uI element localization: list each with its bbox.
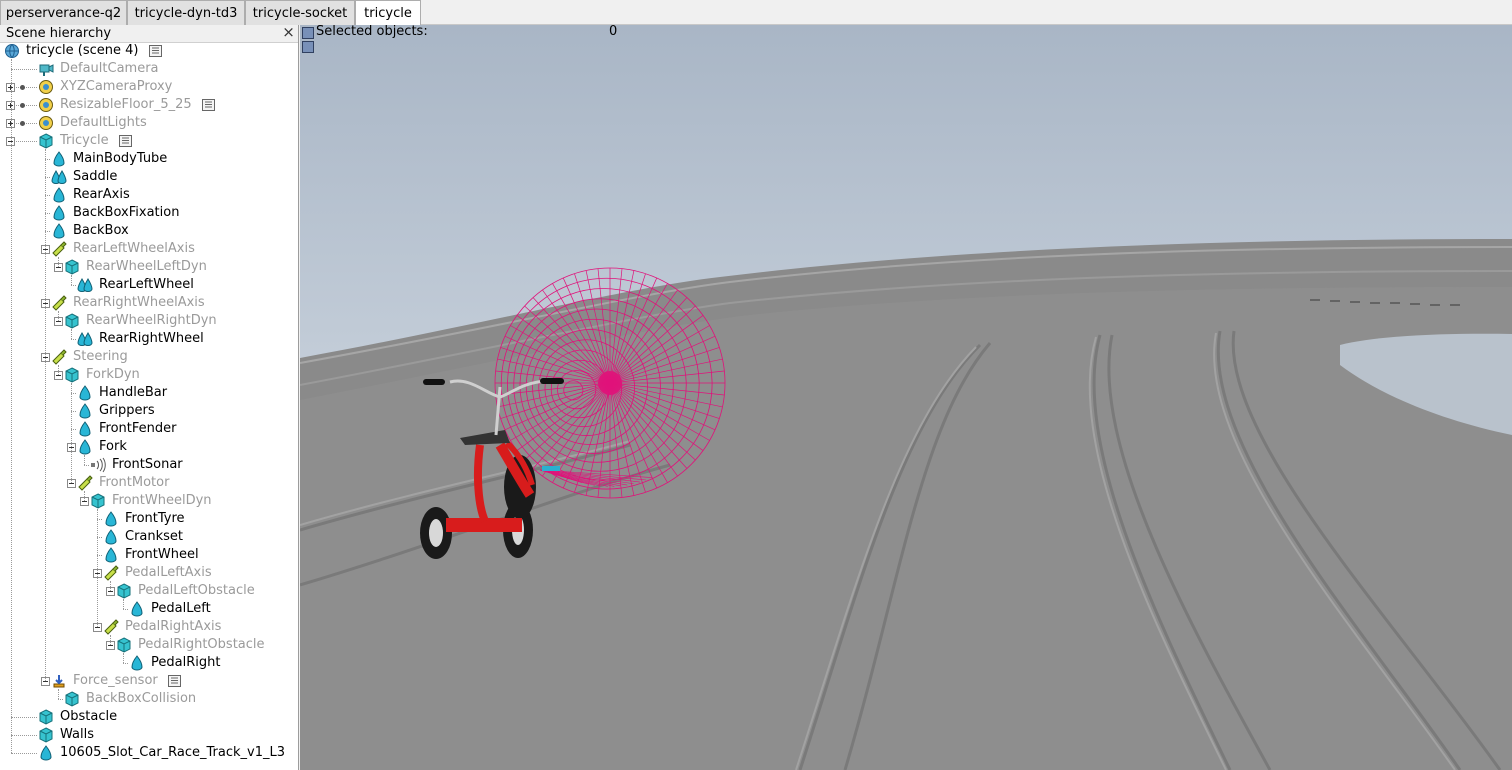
tree-item-label: Obstacle — [60, 709, 118, 724]
tree-item-label: RearLeftWheelAxis — [73, 241, 195, 256]
tree-item-defaultlights[interactable]: DefaultLights — [0, 114, 298, 132]
scene-hierarchy-title-bar: Scene hierarchy × — [0, 25, 298, 43]
tab-perserverance-q2[interactable]: perserverance-q2 — [0, 0, 127, 25]
tree-item-label: PedalRightAxis — [125, 619, 222, 634]
scene-render — [300, 25, 1512, 770]
tree-item-backboxcollision[interactable]: BackBoxCollision — [0, 690, 298, 708]
tree-item-label: PedalLeft — [151, 601, 211, 616]
tree-item-label: DefaultCamera — [60, 61, 159, 76]
tree-item-label: PedalLeftObstacle — [138, 583, 255, 598]
tree-item-resizablefloor-5-25[interactable]: ResizableFloor_5_25 — [0, 96, 298, 114]
tree-item-label: Tricycle — [60, 133, 109, 148]
tree-item-label: Steering — [73, 349, 128, 364]
tree-item-label: FrontWheelDyn — [112, 493, 212, 508]
tree-item-xyzcameraproxy[interactable]: XYZCameraProxy — [0, 78, 298, 96]
tree-item-label: Force_sensor — [73, 673, 158, 688]
tree-item-tricycle-scene-4[interactable]: tricycle (scene 4) — [0, 42, 298, 60]
tree-item-label: RearLeftWheel — [99, 277, 194, 292]
tree-item-label: RearWheelRightDyn — [86, 313, 217, 328]
tree-item-label: 10605_Slot_Car_Race_Track_v1_L3 — [60, 745, 286, 760]
view-toggle-button-1[interactable] — [302, 27, 314, 39]
visibility-dot-icon[interactable] — [20, 85, 25, 90]
tree-item-label: Walls — [60, 727, 94, 742]
selection-info-bar: Selected objects: 0 — [300, 25, 1512, 39]
tree-item-label: FrontFender — [99, 421, 177, 436]
tree-item-label: DefaultLights — [60, 115, 147, 130]
tree-item-label: Fork — [99, 439, 127, 454]
tree-item-label: BackBoxCollision — [86, 691, 197, 706]
tree-item-label: HandleBar — [99, 385, 168, 400]
tab-tricycle[interactable]: tricycle — [355, 0, 421, 26]
tree-item-label: XYZCameraProxy — [60, 79, 173, 94]
document-tab-bar: perserverance-q2 tricycle-dyn-td3 tricyc… — [0, 0, 1512, 26]
tree-item-label: Grippers — [99, 403, 155, 418]
selected-objects-label: Selected objects: — [316, 25, 428, 39]
tree-item-label: FrontWheel — [125, 547, 199, 562]
tree-item-label: ForkDyn — [86, 367, 140, 382]
tree-item-label: MainBodyTube — [73, 151, 168, 166]
tree-item-10605-slot-car-race-track-v1-l3[interactable]: 10605_Slot_Car_Race_Track_v1_L3 — [0, 744, 298, 762]
tree-item-label: RearAxis — [73, 187, 130, 202]
visibility-dot-icon[interactable] — [20, 103, 25, 108]
close-icon[interactable]: × — [282, 25, 295, 40]
tree-item-label: FrontTyre — [125, 511, 185, 526]
tree-item-label: RearWheelLeftDyn — [86, 259, 207, 274]
tree-item-label: RearRightWheelAxis — [73, 295, 205, 310]
tree-item-label: FrontMotor — [99, 475, 170, 490]
tree-item-label: PedalLeftAxis — [125, 565, 212, 580]
tree-item-label: Saddle — [73, 169, 118, 184]
tree-item-obstacle[interactable]: Obstacle — [0, 708, 298, 726]
scene-viewport[interactable]: Selected objects: 0 — [300, 25, 1512, 770]
tree-item-label: ResizableFloor_5_25 — [60, 97, 192, 112]
tree-item-label: Crankset — [125, 529, 184, 544]
tree-item-label: BackBoxFixation — [73, 205, 180, 220]
tree-item-label: FrontSonar — [112, 457, 183, 472]
tree-item-label: tricycle (scene 4) — [26, 43, 139, 58]
tree-item-label: BackBox — [73, 223, 129, 238]
tree-item-tricycle[interactable]: Tricycle — [0, 132, 298, 150]
tree-item-defaultcamera[interactable]: DefaultCamera — [0, 60, 298, 78]
tree-item-walls[interactable]: Walls — [0, 726, 298, 744]
tree-item-label: PedalRightObstacle — [138, 637, 265, 652]
selected-objects-count: 0 — [609, 25, 618, 39]
tree-item-label: RearRightWheel — [99, 331, 204, 346]
visibility-dot-icon[interactable] — [20, 121, 25, 126]
scene-hierarchy-panel: Scene hierarchy × tricycle (scene 4) Defa… — [0, 25, 299, 770]
tab-tricycle-socket[interactable]: tricycle-socket — [245, 0, 355, 25]
view-toggle-button-2[interactable] — [302, 41, 314, 53]
tab-tricycle-dyn-td3[interactable]: tricycle-dyn-td3 — [127, 0, 245, 25]
tree-item-label: PedalRight — [151, 655, 221, 670]
scene-hierarchy-title: Scene hierarchy — [6, 26, 112, 41]
